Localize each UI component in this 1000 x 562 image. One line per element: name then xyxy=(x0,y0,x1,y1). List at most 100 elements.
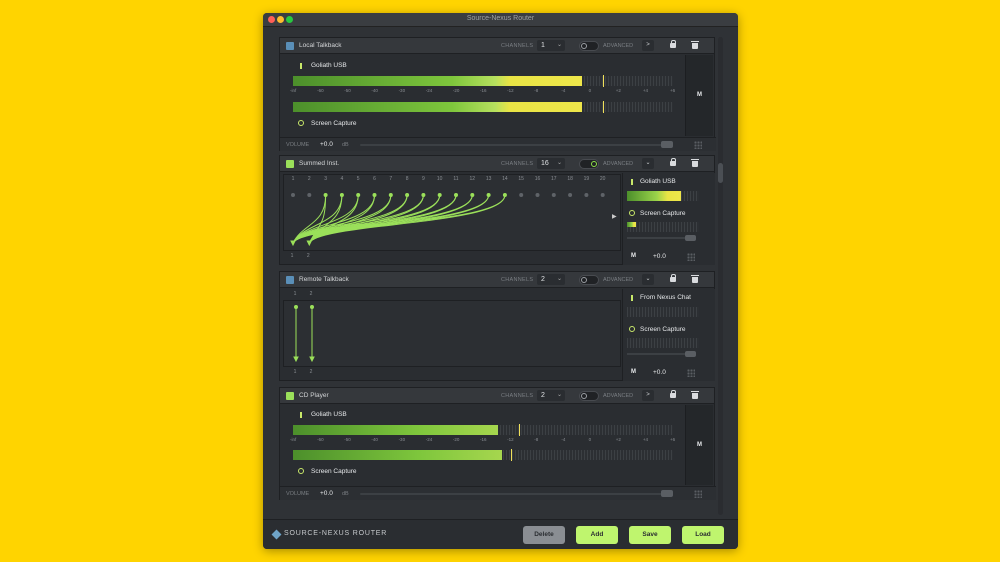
input-node xyxy=(323,193,328,197)
scale-tick-label: +2 xyxy=(615,88,621,93)
expand-arrow-icon[interactable]: ▶ xyxy=(612,213,617,220)
advanced-toggle[interactable] xyxy=(579,391,599,401)
input-node xyxy=(405,193,410,197)
panel-name: CD Player xyxy=(299,392,329,399)
delete-panel-button[interactable] xyxy=(688,274,702,285)
mute-button[interactable]: M xyxy=(685,405,713,485)
column-number: 10 xyxy=(436,176,443,182)
scale-tick-label: -20 xyxy=(452,437,460,442)
scale-tick-label: -40 xyxy=(371,437,378,442)
mini-meter xyxy=(627,338,699,348)
routing-matrix[interactable]: 1 2 3 4 5 6 7 8 9 10 11 12 13 14 15 16 17 18 19 20 ▶ xyxy=(283,174,621,251)
drag-handle-icon[interactable] xyxy=(694,141,702,149)
toggle-knob xyxy=(581,393,587,399)
mini-volume-slider[interactable] xyxy=(627,353,693,355)
meter-peak xyxy=(603,75,604,87)
delete-panel-button[interactable] xyxy=(688,158,702,169)
channels-select[interactable]: 2 ⌄ xyxy=(537,274,565,285)
column-number: 9 xyxy=(422,176,425,182)
expand-button[interactable]: > xyxy=(642,390,654,401)
toggle-knob xyxy=(581,277,587,283)
mini-volume-handle[interactable] xyxy=(685,351,696,357)
channels-select[interactable]: 1 ⌄ xyxy=(537,40,565,51)
collapse-button[interactable]: ⌄ xyxy=(642,274,654,285)
load-button[interactable]: Load xyxy=(682,526,724,544)
volume-value[interactable]: +0.0 xyxy=(320,141,333,148)
vertical-scrollbar[interactable] xyxy=(718,37,723,515)
volume-label: VOLUME xyxy=(286,491,310,497)
volume-slider-handle[interactable] xyxy=(661,141,673,148)
input-node xyxy=(291,193,295,197)
advanced-toggle[interactable] xyxy=(579,275,599,285)
delete-panel-button[interactable] xyxy=(688,40,702,51)
channels-select[interactable]: 16 ⌄ xyxy=(537,158,565,169)
channels-value: 2 xyxy=(541,276,545,283)
column-number: 17 xyxy=(551,176,557,182)
input-node xyxy=(551,193,556,197)
color-swatch[interactable] xyxy=(286,276,294,284)
lock-button[interactable] xyxy=(666,158,680,169)
color-swatch[interactable] xyxy=(286,42,294,50)
color-swatch[interactable] xyxy=(286,160,294,168)
advanced-label: ADVANCED xyxy=(603,393,634,399)
color-swatch[interactable] xyxy=(286,392,294,400)
volume-slider[interactable] xyxy=(360,144,662,146)
scale-tick-label: -12 xyxy=(507,88,514,93)
advanced-toggle[interactable] xyxy=(579,159,599,169)
route-arrow xyxy=(306,240,313,247)
mute-button[interactable]: M xyxy=(631,253,636,259)
panel-cd-player: CD Player CHANNELS 2 ⌄ ADVANCED > Goliath… xyxy=(279,387,716,500)
column-number: 7 xyxy=(389,176,393,182)
meter-fill xyxy=(293,425,499,435)
column-number: 12 xyxy=(469,176,476,182)
panel-header: Summed Inst. CHANNELS 16 ⌄ ADVANCED ⌄ xyxy=(280,156,714,172)
column-number: 13 xyxy=(485,176,492,182)
meter-peak xyxy=(603,101,604,113)
volume-slider[interactable] xyxy=(360,493,662,495)
scale-tick-label: -24 xyxy=(425,437,433,442)
delete-button[interactable]: Delete xyxy=(523,526,565,544)
mini-volume-handle[interactable] xyxy=(685,235,696,241)
mute-button[interactable]: M xyxy=(631,369,636,375)
delete-panel-button[interactable] xyxy=(688,390,702,401)
channels-value: 1 xyxy=(541,42,545,49)
collapse-button[interactable]: ⌄ xyxy=(642,158,654,169)
input-bar-icon xyxy=(300,63,302,69)
mini-volume-slider[interactable] xyxy=(627,237,693,239)
channels-value: 16 xyxy=(541,160,549,167)
input-node xyxy=(294,305,298,309)
lock-icon xyxy=(670,274,676,282)
volume-label: VOLUME xyxy=(286,142,310,148)
volume-value[interactable]: +0.0 xyxy=(320,490,333,497)
scale-tick-label: +6 xyxy=(670,437,676,442)
meter-fill xyxy=(627,222,636,227)
channels-label: CHANNELS xyxy=(501,43,534,49)
drag-handle-icon[interactable] xyxy=(687,253,695,261)
scale-tick-label: -16 xyxy=(480,437,487,442)
volume-slider-handle[interactable] xyxy=(661,490,673,497)
routing-matrix[interactable] xyxy=(283,300,621,367)
volume-value[interactable]: +0.0 xyxy=(653,369,666,376)
meter-peak xyxy=(519,424,520,436)
toggle-knob xyxy=(581,43,587,49)
column-number: 11 xyxy=(453,176,459,182)
lock-button[interactable] xyxy=(666,274,680,285)
expand-button[interactable]: > xyxy=(642,40,654,51)
mute-button[interactable]: M xyxy=(685,55,713,136)
lock-button[interactable] xyxy=(666,40,680,51)
channels-value: 2 xyxy=(541,392,545,399)
panel-header: CD Player CHANNELS 2 ⌄ ADVANCED > xyxy=(280,388,714,404)
side-input-label: Goliath USB xyxy=(640,178,676,185)
lock-button[interactable] xyxy=(666,390,680,401)
chevron-down-icon: ⌄ xyxy=(556,160,562,166)
input-source-label: Goliath USB xyxy=(311,411,347,418)
drag-handle-icon[interactable] xyxy=(694,490,702,498)
save-button[interactable]: Save xyxy=(629,526,671,544)
volume-value[interactable]: +0.0 xyxy=(653,253,666,260)
scale-tick-label: -4 xyxy=(561,437,566,442)
advanced-toggle[interactable] xyxy=(579,41,599,51)
scrollbar-thumb[interactable] xyxy=(718,163,723,183)
channels-select[interactable]: 2 ⌄ xyxy=(537,390,565,401)
add-button[interactable]: Add xyxy=(576,526,618,544)
drag-handle-icon[interactable] xyxy=(687,369,695,377)
